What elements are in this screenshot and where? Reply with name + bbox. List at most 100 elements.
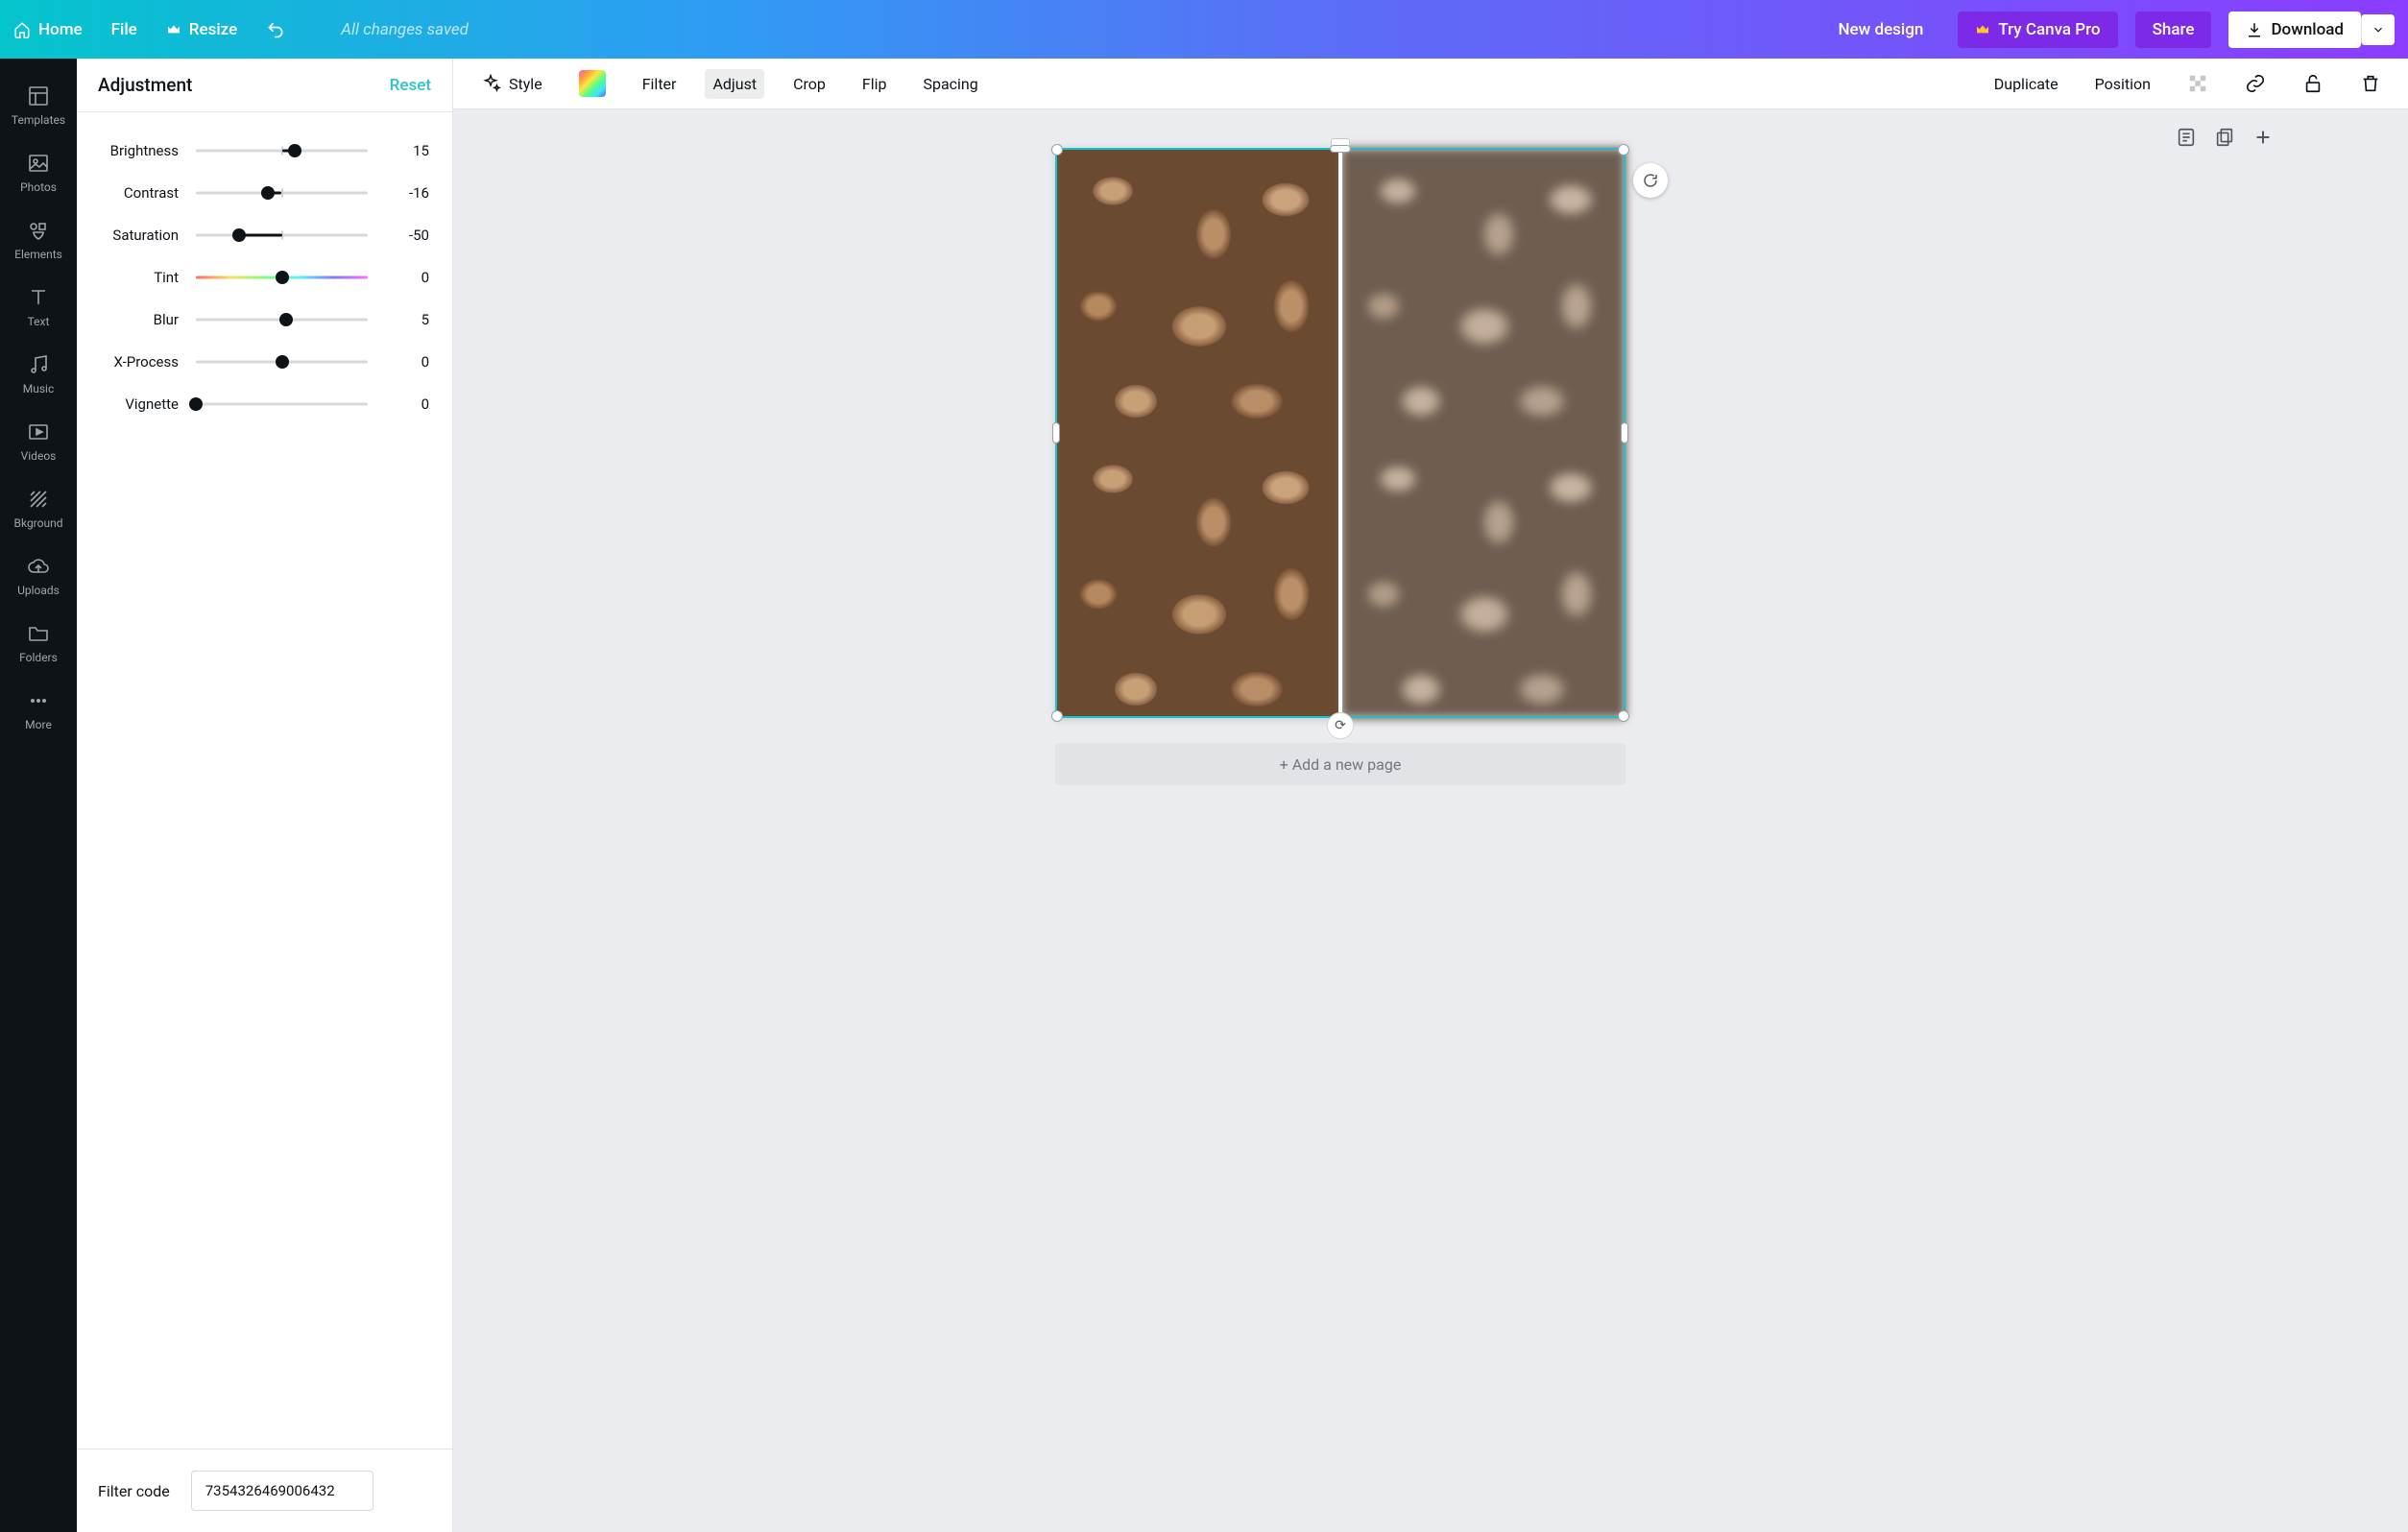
add-page-button[interactable]: + Add a new page — [1055, 743, 1625, 785]
slider-label: Brightness — [94, 142, 179, 159]
rail-templates[interactable]: Templates — [0, 72, 77, 139]
sync-button[interactable]: ⟳ — [1327, 712, 1354, 739]
slider-value: -16 — [385, 184, 429, 202]
crop-button[interactable]: Crop — [785, 69, 833, 99]
slider-track[interactable] — [196, 139, 368, 162]
slider-brightness: Brightness 15 — [94, 130, 429, 172]
slider-label: X-Process — [94, 353, 179, 371]
slider-value: 5 — [385, 311, 429, 328]
slider-thumb[interactable] — [276, 355, 289, 369]
slider-thumb[interactable] — [232, 228, 246, 242]
rail-elements[interactable]: Elements — [0, 206, 77, 274]
slider-value: 0 — [385, 269, 429, 286]
duplicate-button[interactable]: Duplicate — [1987, 69, 2066, 99]
compare-divider[interactable] — [1338, 144, 1342, 722]
uploads-icon — [27, 555, 50, 578]
share-button[interactable]: Share — [2135, 12, 2212, 48]
undo-button[interactable] — [266, 20, 285, 39]
canvas-column: Style Filter Adjust Crop Flip Spacing Du… — [453, 59, 2408, 1532]
resize-menu[interactable]: Resize — [166, 20, 237, 39]
side-rail: Templates Photos Elements Text Music Vid… — [0, 59, 77, 1532]
crown-icon — [1975, 22, 1990, 37]
crown-icon — [166, 22, 181, 37]
rail-more[interactable]: More — [0, 677, 77, 744]
color-button[interactable] — [571, 64, 614, 103]
rail-uploads[interactable]: Uploads — [0, 542, 77, 610]
file-label: File — [111, 20, 137, 39]
slider-blur: Blur5 — [94, 299, 429, 341]
top-nav-right: New design Try Canva Pro Share Download — [1820, 12, 2395, 48]
resize-label: Resize — [189, 20, 237, 39]
slider-contrast: Contrast -16 — [94, 172, 429, 214]
filter-code-label: Filter code — [98, 1482, 170, 1500]
new-design-button[interactable]: New design — [1820, 12, 1940, 48]
slider-track[interactable] — [196, 266, 368, 289]
rail-music[interactable]: Music — [0, 341, 77, 408]
home-button[interactable]: Home — [13, 20, 83, 39]
rail-videos[interactable]: Videos — [0, 408, 77, 475]
background-icon — [27, 488, 50, 511]
slider-track[interactable] — [196, 393, 368, 416]
music-icon — [27, 353, 50, 376]
panel-footer: Filter code — [77, 1448, 452, 1532]
slider-thumb[interactable] — [279, 313, 293, 326]
save-status: All changes saved — [341, 20, 469, 39]
transparency-button[interactable] — [2179, 67, 2216, 100]
panel-title: Adjustment — [98, 74, 192, 96]
videos-icon — [27, 420, 50, 443]
add-page-icon[interactable] — [2252, 127, 2274, 148]
slider-label: Vignette — [94, 395, 179, 413]
file-menu[interactable]: File — [111, 20, 137, 39]
panel-header: Adjustment Reset — [77, 59, 452, 112]
slider-thumb[interactable] — [261, 186, 275, 200]
rail-text[interactable]: Text — [0, 274, 77, 341]
link-button[interactable] — [2237, 67, 2274, 100]
design-page[interactable]: ⟳ — [1055, 148, 1625, 718]
color-swatch-icon — [579, 70, 606, 97]
rail-bkground[interactable]: Bkground — [0, 475, 77, 542]
filter-button[interactable]: Filter — [635, 69, 685, 99]
slider-value: 0 — [385, 395, 429, 413]
text-icon — [27, 286, 50, 309]
rail-photos[interactable]: Photos — [0, 139, 77, 206]
rail-folders[interactable]: Folders — [0, 610, 77, 677]
slider-label: Contrast — [94, 184, 179, 202]
copy-page-icon[interactable] — [2214, 127, 2235, 148]
slider-track[interactable] — [196, 181, 368, 204]
slider-value: 15 — [385, 142, 429, 159]
notes-icon[interactable] — [2176, 127, 2197, 148]
style-button[interactable]: Style — [472, 67, 550, 100]
filter-code-input[interactable] — [191, 1471, 373, 1511]
rotate-button[interactable] — [1633, 163, 1668, 198]
slider-label: Tint — [94, 269, 179, 286]
top-bar: Home File Resize All changes saved New d… — [0, 0, 2408, 59]
download-caret-button[interactable] — [2361, 14, 2395, 45]
top-nav-left: Home File Resize All changes saved — [13, 20, 469, 39]
canvas-stage[interactable]: ⟳ + Add a new page — [453, 109, 2408, 1532]
lock-icon — [2302, 73, 2324, 94]
slider-track[interactable] — [196, 224, 368, 247]
slider-thumb[interactable] — [288, 144, 301, 157]
folders-icon — [27, 622, 50, 645]
flip-button[interactable]: Flip — [855, 69, 895, 99]
templates-icon — [27, 84, 50, 108]
trash-icon — [2360, 73, 2381, 94]
download-icon — [2246, 21, 2263, 38]
reset-button[interactable]: Reset — [390, 76, 431, 95]
adjustment-panel: Adjustment Reset Brightness 15 Contrast -16… — [77, 59, 453, 1532]
slider-value: -50 — [385, 227, 429, 244]
slider-vignette: Vignette 0 — [94, 383, 429, 425]
try-pro-button[interactable]: Try Canva Pro — [1958, 12, 2117, 48]
slider-thumb[interactable] — [189, 397, 203, 411]
slider-track[interactable] — [196, 308, 368, 331]
spacing-button[interactable]: Spacing — [915, 69, 985, 99]
lock-button[interactable] — [2295, 67, 2331, 100]
download-button[interactable]: Download — [2228, 12, 2361, 48]
delete-button[interactable] — [2352, 67, 2389, 100]
position-button[interactable]: Position — [2087, 69, 2158, 99]
slider-track[interactable] — [196, 350, 368, 373]
adjust-button[interactable]: Adjust — [705, 69, 764, 99]
image-original-half — [1055, 148, 1340, 718]
slider-thumb[interactable] — [276, 271, 289, 284]
slider-label: Saturation — [94, 227, 179, 244]
